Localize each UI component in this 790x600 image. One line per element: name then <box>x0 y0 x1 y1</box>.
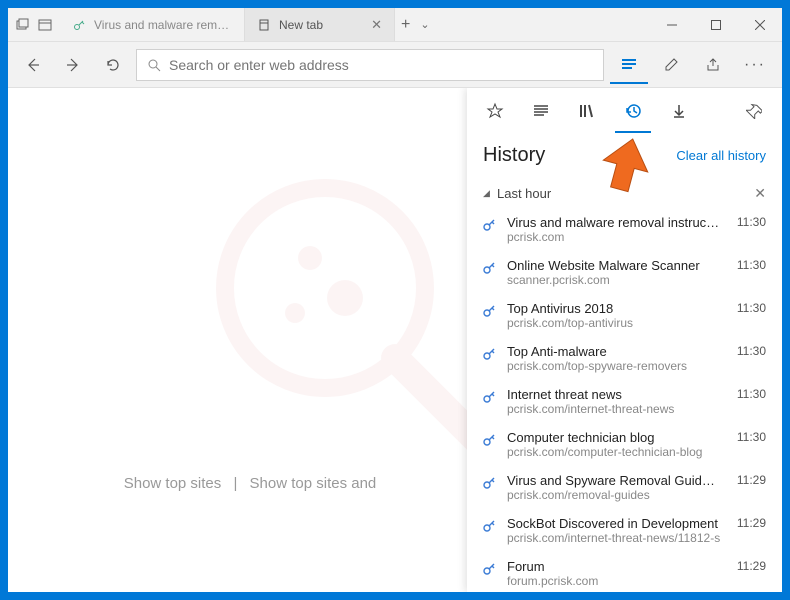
downloads-tab[interactable] <box>663 95 695 127</box>
key-icon <box>481 475 497 491</box>
history-item[interactable]: Computer technician blogpcrisk.com/compu… <box>467 423 782 466</box>
key-icon <box>481 217 497 233</box>
history-item-title: Virus and Spyware Removal Guides, unins <box>507 473 721 488</box>
history-item[interactable]: SockBot Discovered in Developmentpcrisk.… <box>467 509 782 552</box>
page-icon <box>257 18 271 32</box>
address-input[interactable] <box>169 57 593 73</box>
history-item[interactable]: Top Anti-malwarepcrisk.com/top-spyware-r… <box>467 337 782 380</box>
tab-new-tab[interactable]: New tab ✕ <box>245 8 395 41</box>
history-item[interactable]: Virus and Spyware Removal Guides, uninsp… <box>467 466 782 509</box>
history-list: Virus and malware removal instructions, … <box>467 208 782 592</box>
page-content: Show top sites | Show top sites and <box>8 88 782 592</box>
tab-label: New tab <box>279 18 363 32</box>
browser-window: Virus and malware removal New tab ✕ + ⌄ <box>8 8 782 592</box>
more-button[interactable]: ··· <box>736 46 774 84</box>
history-item-title: Computer technician blog <box>507 430 721 445</box>
history-item-time: 11:30 <box>737 301 766 315</box>
forward-button[interactable] <box>56 48 90 82</box>
favorites-tab[interactable] <box>479 95 511 127</box>
history-item-time: 11:29 <box>737 473 766 487</box>
share-button[interactable] <box>694 46 732 84</box>
history-item-url: scanner.pcrisk.com <box>507 273 721 287</box>
history-item-time: 11:30 <box>737 430 766 444</box>
minimize-button[interactable] <box>650 8 694 41</box>
toolbar: ··· <box>8 42 782 88</box>
panel-title: History <box>483 144 545 167</box>
key-icon <box>72 18 86 32</box>
history-item-time: 11:30 <box>737 387 766 401</box>
key-icon <box>481 389 497 405</box>
history-item[interactable]: Top Antivirus 2018pcrisk.com/top-antivir… <box>467 294 782 337</box>
hub-button[interactable] <box>610 46 648 84</box>
history-item-title: Internet threat news <box>507 387 721 402</box>
history-item-title: Forum <box>507 559 721 574</box>
tab-label: Virus and malware removal <box>94 18 232 32</box>
books-tab[interactable] <box>571 95 603 127</box>
refresh-button[interactable] <box>96 48 130 82</box>
new-tab-hints: Show top sites | Show top sites and <box>48 475 452 492</box>
history-item-url: pcrisk.com/top-antivirus <box>507 316 721 330</box>
hint-right[interactable]: Show top sites and <box>250 475 377 492</box>
history-item-time: 11:30 <box>737 215 766 229</box>
new-tab-button[interactable]: + <box>401 16 410 34</box>
clear-history-link[interactable]: Clear all history <box>676 148 766 163</box>
search-icon <box>147 58 161 72</box>
history-item[interactable]: Virus and malware removal instructions, … <box>467 208 782 251</box>
history-item[interactable]: Online Website Malware Scannerscanner.pc… <box>467 251 782 294</box>
chevron-down-icon[interactable]: ⌄ <box>420 18 429 31</box>
pin-panel-button[interactable] <box>738 95 770 127</box>
history-item-time: 11:30 <box>737 344 766 358</box>
history-item-time: 11:30 <box>737 258 766 272</box>
close-icon[interactable]: ✕ <box>371 17 382 33</box>
key-icon <box>481 432 497 448</box>
history-item-url: forum.pcrisk.com <box>507 574 721 588</box>
hint-left[interactable]: Show top sites <box>124 475 222 492</box>
history-item-url: pcrisk.com/internet-threat-news/11812-s <box>507 531 721 545</box>
history-tab[interactable] <box>617 95 649 127</box>
key-icon <box>481 346 497 362</box>
history-item-title: Online Website Malware Scanner <box>507 258 721 273</box>
tab-virus-removal[interactable]: Virus and malware removal <box>60 8 245 41</box>
notes-button[interactable] <box>652 46 690 84</box>
key-icon <box>481 518 497 534</box>
chevron-down-icon: ◢ <box>483 188 497 199</box>
hub-panel: History Clear all history ◢ Last hour ✕ … <box>467 88 782 592</box>
history-item-title: Virus and malware removal instructions, … <box>507 215 721 230</box>
history-item-url: pcrisk.com/removal-guides <box>507 488 721 502</box>
history-item-title: Top Antivirus 2018 <box>507 301 721 316</box>
close-icon[interactable]: ✕ <box>754 185 766 202</box>
back-button[interactable] <box>16 48 50 82</box>
close-window-button[interactable] <box>738 8 782 41</box>
key-icon <box>481 561 497 577</box>
reading-list-tab[interactable] <box>525 95 557 127</box>
history-item-url: pcrisk.com/computer-technician-blog <box>507 445 721 459</box>
history-item-title: SockBot Discovered in Development <box>507 516 721 531</box>
history-item[interactable]: Forumforum.pcrisk.com 11:29 <box>467 552 782 592</box>
tab-actions-button[interactable] <box>34 14 56 36</box>
history-item-url: pcrisk.com/internet-threat-news <box>507 402 721 416</box>
tab-preview-button[interactable] <box>12 14 34 36</box>
address-bar[interactable] <box>136 49 604 81</box>
group-title: Last hour <box>497 186 754 201</box>
history-item-time: 11:29 <box>737 559 766 573</box>
history-item-time: 11:29 <box>737 516 766 530</box>
history-item[interactable]: Internet threat newspcrisk.com/internet-… <box>467 380 782 423</box>
maximize-button[interactable] <box>694 8 738 41</box>
history-group-header[interactable]: ◢ Last hour ✕ <box>467 179 782 208</box>
history-item-url: pcrisk.com <box>507 230 721 244</box>
key-icon <box>481 303 497 319</box>
history-item-url: pcrisk.com/top-spyware-removers <box>507 359 721 373</box>
key-icon <box>481 260 497 276</box>
history-item-title: Top Anti-malware <box>507 344 721 359</box>
title-bar: Virus and malware removal New tab ✕ + ⌄ <box>8 8 782 42</box>
